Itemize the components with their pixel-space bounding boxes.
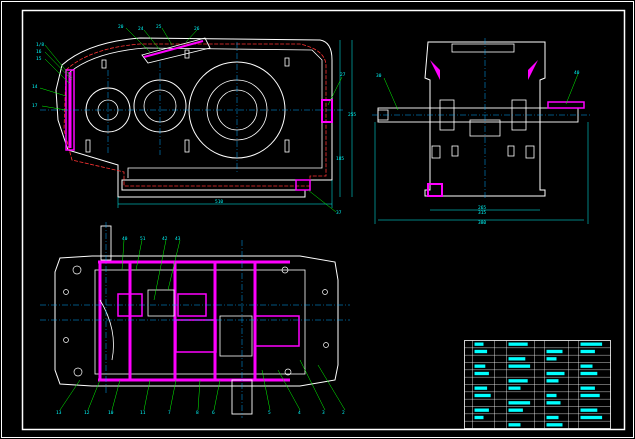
title-block-cell bbox=[474, 408, 489, 412]
plan-housing-outline bbox=[54, 255, 339, 387]
title-block-cell bbox=[580, 349, 595, 354]
title-block-cell bbox=[546, 379, 559, 383]
callout-17: 17 bbox=[32, 103, 38, 109]
side-centerlines bbox=[372, 38, 590, 200]
side-top-flange bbox=[451, 43, 515, 53]
callout-37: 37 bbox=[336, 210, 342, 216]
cad-drawing-canvas[interactable]: 510 185 255 20 24 25 26 1/8 16 15 14 17 … bbox=[0, 0, 635, 439]
title-block-cell bbox=[580, 371, 598, 376]
dim-side-outer: 380 bbox=[478, 220, 486, 226]
title-block-cell bbox=[580, 408, 598, 412]
title-block-cell bbox=[580, 393, 600, 398]
callout-27: 27 bbox=[340, 72, 346, 78]
plan-gear-outlines bbox=[147, 289, 253, 357]
title-block-cell bbox=[508, 401, 531, 405]
title-block-cell bbox=[508, 342, 528, 346]
title-block-cell bbox=[580, 415, 603, 420]
callout-18: 1/8 bbox=[36, 42, 44, 48]
title-block-cell bbox=[546, 371, 565, 376]
callout-26: 26 bbox=[194, 26, 200, 32]
title-block-cell bbox=[474, 364, 486, 368]
callout-24: 24 bbox=[138, 26, 144, 32]
title-block-cell bbox=[474, 371, 489, 376]
plan-housing-inner bbox=[94, 269, 306, 375]
right-bearing-cap bbox=[321, 99, 333, 123]
title-block-cell bbox=[546, 357, 557, 361]
callout-side-30: 30 bbox=[376, 73, 382, 79]
front-bolts bbox=[85, 49, 290, 153]
title-block-cell bbox=[546, 423, 563, 427]
callout-20: 20 bbox=[118, 24, 124, 30]
callout-plan-5: 5 bbox=[268, 410, 271, 416]
callout-plan-6: 6 bbox=[212, 410, 215, 416]
callout-plan-40: 40 bbox=[122, 236, 128, 242]
front-view[interactable]: 510 185 255 20 24 25 26 1/8 16 15 14 17 … bbox=[32, 24, 356, 216]
callout-plan-8: 8 bbox=[196, 410, 199, 416]
front-section-line bbox=[63, 43, 327, 187]
dim-front-height2: 255 bbox=[348, 112, 356, 118]
plan-hatch-walls bbox=[98, 260, 290, 382]
side-leaders bbox=[383, 73, 579, 111]
callout-side-40: 40 bbox=[574, 70, 580, 76]
plan-oil-slinger bbox=[99, 299, 114, 361]
side-left-hatch bbox=[430, 60, 440, 80]
front-housing-inner bbox=[69, 47, 323, 178]
plan-bolt-holes bbox=[63, 265, 329, 377]
title-block-cell bbox=[580, 386, 595, 390]
side-right-hatch bbox=[528, 60, 538, 80]
title-block-cell bbox=[508, 364, 531, 368]
callout-plan-11: 11 bbox=[140, 410, 146, 416]
callout-15: 15 bbox=[36, 56, 42, 62]
title-block-cell bbox=[474, 342, 484, 346]
callout-plan-51: 51 bbox=[140, 236, 146, 242]
title-block-cell bbox=[546, 393, 557, 398]
outer-frame bbox=[1, 1, 634, 438]
title-block-cell bbox=[546, 415, 559, 420]
plan-centerlines bbox=[40, 222, 350, 418]
title-block-cell bbox=[508, 357, 526, 361]
title-block-cell bbox=[508, 423, 521, 427]
plan-gears bbox=[117, 293, 300, 353]
title-block-cell bbox=[508, 379, 528, 383]
title-block-cell bbox=[474, 386, 488, 390]
plan-input-shaft bbox=[100, 225, 112, 261]
callout-plan-3: 3 bbox=[322, 410, 325, 416]
side-shaft-key bbox=[547, 101, 585, 109]
callout-plan-2: 2 bbox=[342, 410, 345, 416]
dim-front-height: 185 bbox=[336, 156, 344, 162]
callout-14: 14 bbox=[32, 84, 38, 90]
callout-plan-10: 10 bbox=[108, 410, 114, 416]
side-view[interactable]: 265 315 380 30 40 bbox=[372, 38, 590, 226]
callout-plan-42: 42 bbox=[162, 236, 168, 242]
plan-leaders bbox=[59, 239, 346, 411]
side-bearing-blocks bbox=[439, 99, 527, 137]
title-block-cell bbox=[546, 401, 561, 405]
callout-plan-7: 7 bbox=[168, 410, 171, 416]
plan-view[interactable]: 40 51 42 43 13 12 10 11 7 8 6 5 4 3 2 bbox=[40, 222, 350, 418]
title-block-cell bbox=[474, 349, 488, 354]
callout-plan-4: 4 bbox=[298, 410, 301, 416]
title-block-cell bbox=[474, 415, 484, 420]
title-block-cell bbox=[580, 342, 603, 346]
callout-25: 25 bbox=[156, 24, 162, 30]
dim-side-mid: 315 bbox=[478, 210, 486, 216]
callout-plan-43: 43 bbox=[175, 236, 181, 242]
callout-plan-12: 12 bbox=[84, 410, 90, 416]
title-block-cell bbox=[508, 408, 523, 412]
oil-drain-plug bbox=[295, 179, 311, 191]
title-block[interactable] bbox=[464, 340, 611, 429]
side-bolts bbox=[431, 145, 535, 159]
front-dimensions bbox=[117, 40, 353, 208]
title-block-grid bbox=[464, 340, 611, 429]
inspection-cover-hatch bbox=[143, 40, 204, 58]
callout-16: 16 bbox=[36, 49, 42, 55]
callout-plan-13: 13 bbox=[56, 410, 62, 416]
title-block-cell bbox=[580, 364, 593, 368]
front-housing-outline bbox=[55, 37, 333, 198]
title-block-cell bbox=[474, 393, 491, 398]
dim-front-width: 510 bbox=[215, 199, 223, 205]
title-block-cell bbox=[546, 349, 563, 354]
title-block-cell bbox=[508, 386, 521, 390]
